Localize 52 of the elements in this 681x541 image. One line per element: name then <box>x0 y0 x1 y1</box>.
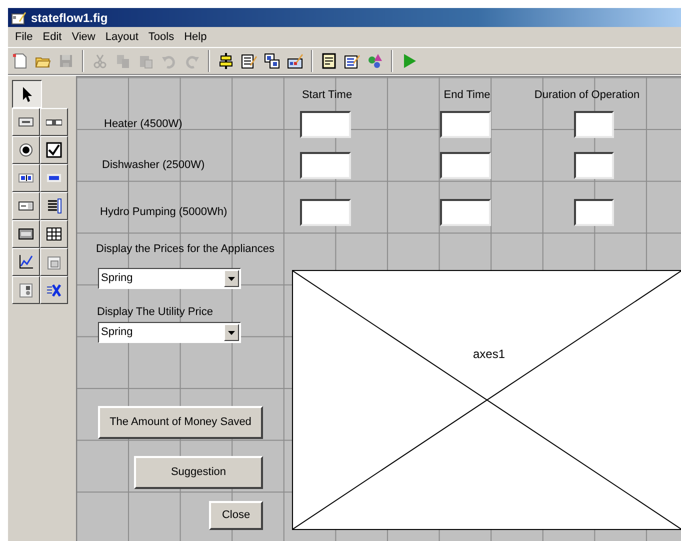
edit-field[interactable] <box>574 199 614 226</box>
radio-button-icon <box>18 142 34 158</box>
edit-field[interactable] <box>300 152 351 179</box>
edit-field[interactable] <box>300 199 351 226</box>
column-header: Start Time <box>301 89 353 102</box>
activex-icon <box>46 282 62 298</box>
listbox-icon <box>46 198 62 214</box>
edit-field[interactable] <box>300 111 351 138</box>
edit-field[interactable] <box>440 199 491 226</box>
menu-item[interactable]: Layout <box>100 28 144 46</box>
column-header: Duration of Operation <box>533 89 641 102</box>
align-icon[interactable] <box>217 52 235 70</box>
edit-field[interactable] <box>440 111 491 138</box>
push-button[interactable]: Close <box>209 501 263 530</box>
inspector-icon[interactable] <box>343 52 361 70</box>
layout-canvas[interactable] <box>76 76 681 541</box>
menu-item[interactable]: Help <box>179 28 212 46</box>
toggle-button-icon <box>18 226 34 242</box>
appliance-label: Dishwasher (2500W) <box>102 159 205 172</box>
window-title: stateflow1.fig <box>31 10 108 26</box>
editor-icon[interactable] <box>320 52 338 70</box>
tab-order-icon[interactable] <box>263 52 281 70</box>
utility-label: Display The Utility Price <box>97 306 213 319</box>
caret-icon[interactable] <box>224 324 239 341</box>
figure-icon <box>11 10 27 24</box>
palette-tool-button[interactable] <box>12 80 42 108</box>
axes-icon <box>18 254 34 270</box>
menu-item[interactable]: Tools <box>143 28 180 46</box>
axes-placeholder[interactable]: axes1 <box>292 270 681 530</box>
table-icon <box>46 226 62 242</box>
menu-editor-icon[interactable] <box>240 52 258 70</box>
caret-icon[interactable] <box>224 270 239 287</box>
shapes-icon[interactable] <box>366 52 384 70</box>
column-header: End Time <box>442 89 492 102</box>
prices-label: Display the Prices for the Appliances <box>96 243 275 256</box>
edit-field[interactable] <box>574 111 614 138</box>
push-button[interactable]: The Amount of Money Saved <box>98 406 263 439</box>
edit-field[interactable] <box>574 152 614 179</box>
menu-item[interactable]: File <box>10 28 38 46</box>
button-group-icon <box>18 282 34 298</box>
new-file-icon[interactable] <box>11 52 29 70</box>
push-button[interactable]: Suggestion <box>134 456 263 489</box>
season-dropdown[interactable]: Spring <box>98 268 241 289</box>
panel-icon <box>46 254 62 270</box>
toolbar-editor-icon[interactable] <box>286 52 304 70</box>
appliance-label: Heater (4500W) <box>104 118 182 131</box>
appliance-label: Hydro Pumping (5000Wh) <box>100 206 228 219</box>
menu-item[interactable]: View <box>66 28 100 46</box>
season-dropdown[interactable]: Spring <box>98 322 241 343</box>
edit-field[interactable] <box>440 152 491 179</box>
menu-item[interactable]: Edit <box>38 28 67 46</box>
checkbox-icon <box>46 142 62 158</box>
